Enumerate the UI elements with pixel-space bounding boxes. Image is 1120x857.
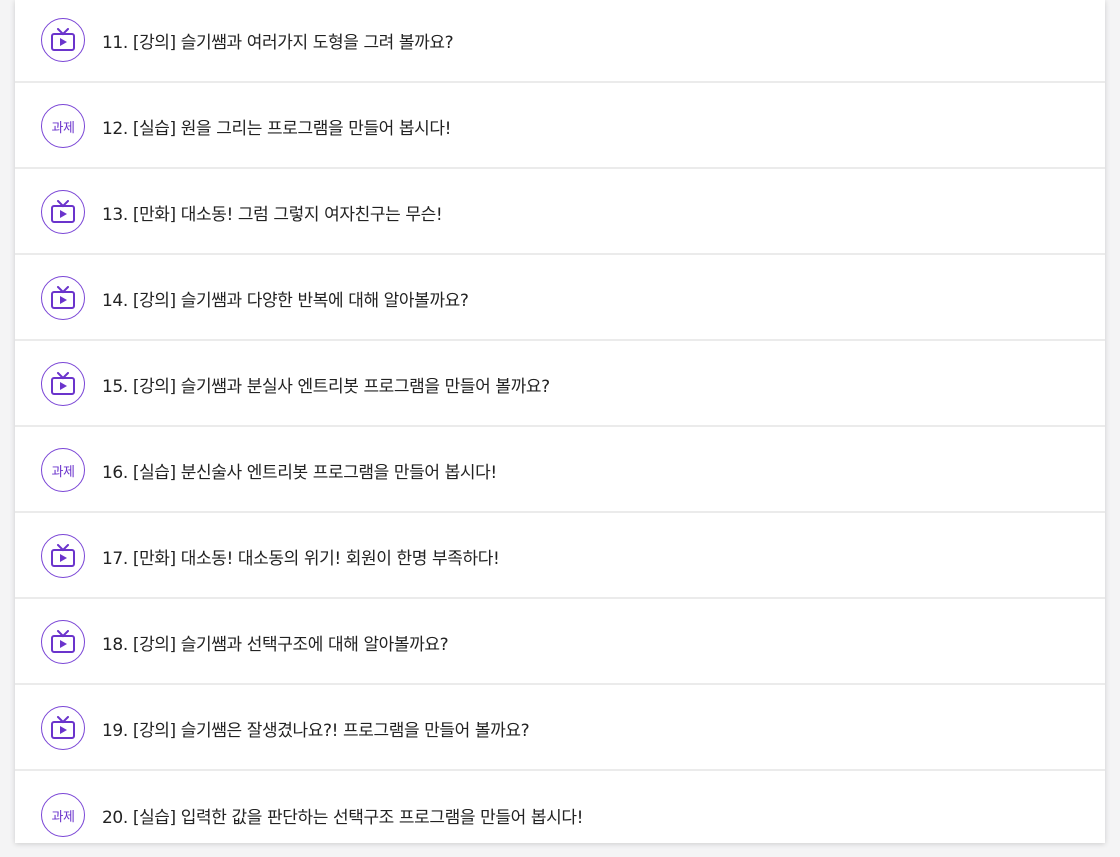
lesson-item[interactable]: 13. [만화] 대소동! 그럼 그렇지 여자친구는 무슨! (15, 171, 1105, 255)
lesson-title: 14. [강의] 슬기쌤과 다양한 반복에 대해 알아볼까요? (102, 290, 469, 311)
task-badge-icon: 과제 (41, 793, 85, 837)
task-badge-icon: 과제 (41, 448, 85, 492)
lesson-item[interactable]: 18. [강의] 슬기쌤과 선택구조에 대해 알아볼까요? (15, 601, 1105, 685)
lesson-title: 19. [강의] 슬기쌤은 잘생겼나요?! 프로그램을 만들어 볼까요? (102, 720, 530, 741)
task-badge-label: 과제 (51, 120, 75, 136)
task-badge-label: 과제 (51, 809, 75, 825)
tv-play-icon (41, 706, 85, 750)
lesson-title: 13. [만화] 대소동! 그럼 그렇지 여자친구는 무슨! (102, 204, 443, 225)
lesson-item[interactable]: 과제 20. [실습] 입력한 값을 판단하는 선택구조 프로그램을 만들어 봅… (15, 773, 1105, 843)
tv-play-icon (41, 362, 85, 406)
lesson-title: 15. [강의] 슬기쌤과 분실사 엔트리봇 프로그램을 만들어 볼까요? (102, 376, 550, 397)
lesson-item[interactable]: 11. [강의] 슬기쌤과 여러가지 도형을 그려 볼까요? (15, 0, 1105, 83)
lesson-title: 16. [실습] 분신술사 엔트리봇 프로그램을 만들어 봅시다! (102, 462, 497, 483)
task-badge-label: 과제 (51, 464, 75, 480)
tv-play-icon (41, 276, 85, 320)
tv-play-icon (41, 620, 85, 664)
lesson-item[interactable]: 15. [강의] 슬기쌤과 분실사 엔트리봇 프로그램을 만들어 볼까요? (15, 343, 1105, 427)
lesson-item[interactable]: 19. [강의] 슬기쌤은 잘생겼나요?! 프로그램을 만들어 볼까요? (15, 687, 1105, 771)
tv-play-icon (41, 190, 85, 234)
tv-play-icon (41, 18, 85, 62)
task-badge-icon: 과제 (41, 104, 85, 148)
lesson-item[interactable]: 17. [만화] 대소동! 대소동의 위기! 회원이 한명 부족하다! (15, 515, 1105, 599)
lesson-title: 20. [실습] 입력한 값을 판단하는 선택구조 프로그램을 만들어 봅시다! (102, 807, 583, 828)
tv-play-icon (41, 534, 85, 578)
lesson-title: 17. [만화] 대소동! 대소동의 위기! 회원이 한명 부족하다! (102, 548, 500, 569)
lesson-title: 18. [강의] 슬기쌤과 선택구조에 대해 알아볼까요? (102, 634, 449, 655)
lesson-title: 11. [강의] 슬기쌤과 여러가지 도형을 그려 볼까요? (102, 32, 454, 53)
lesson-list: 11. [강의] 슬기쌤과 여러가지 도형을 그려 볼까요? 과제 12. [실… (15, 0, 1105, 843)
lesson-item[interactable]: 과제 16. [실습] 분신술사 엔트리봇 프로그램을 만들어 봅시다! (15, 429, 1105, 513)
lesson-item[interactable]: 과제 12. [실습] 원을 그리는 프로그램을 만들어 봅시다! (15, 85, 1105, 169)
lesson-title: 12. [실습] 원을 그리는 프로그램을 만들어 봅시다! (102, 118, 452, 139)
lesson-item[interactable]: 14. [강의] 슬기쌤과 다양한 반복에 대해 알아볼까요? (15, 257, 1105, 341)
